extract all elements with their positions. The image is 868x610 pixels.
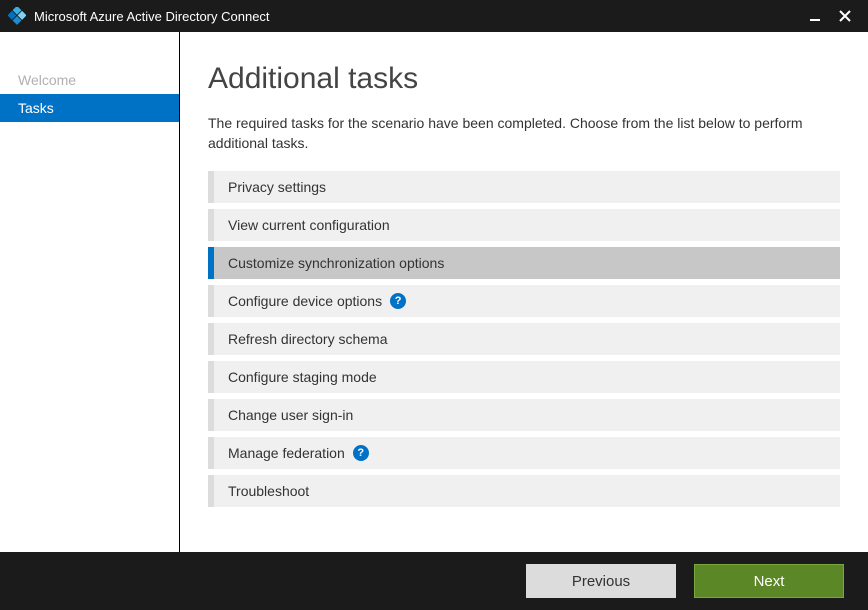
task-label: View current configuration (228, 217, 390, 233)
task-label: Refresh directory schema (228, 331, 388, 347)
task-label: Customize synchronization options (228, 255, 444, 271)
button-label: Previous (572, 573, 630, 590)
page-heading: Additional tasks (208, 62, 840, 96)
task-privacy-settings[interactable]: Privacy settings (208, 171, 840, 203)
task-label: Manage federation (228, 445, 345, 461)
task-indicator (208, 171, 214, 203)
minimize-button[interactable] (800, 0, 830, 32)
azure-logo-icon (8, 7, 26, 25)
sidebar-item-welcome[interactable]: Welcome (0, 66, 179, 94)
task-label: Troubleshoot (228, 483, 309, 499)
task-indicator (208, 323, 214, 355)
task-indicator (208, 475, 214, 507)
task-label: Configure staging mode (228, 369, 377, 385)
sidebar-item-label: Tasks (18, 100, 54, 116)
task-label: Change user sign-in (228, 407, 353, 423)
window-title: Microsoft Azure Active Directory Connect (34, 9, 270, 24)
help-icon[interactable]: ? (390, 293, 406, 309)
task-indicator (208, 361, 214, 393)
button-label: Next (754, 573, 785, 590)
task-indicator (208, 285, 214, 317)
close-button[interactable] (830, 0, 860, 32)
task-change-user-sign-in[interactable]: Change user sign-in (208, 399, 840, 431)
task-indicator (208, 247, 214, 279)
task-indicator (208, 437, 214, 469)
task-configure-staging-mode[interactable]: Configure staging mode (208, 361, 840, 393)
sidebar-item-label: Welcome (18, 72, 76, 88)
footer: Previous Next (0, 552, 868, 610)
task-configure-device-options[interactable]: Configure device options ? (208, 285, 840, 317)
page-description: The required tasks for the scenario have… (208, 114, 840, 153)
task-troubleshoot[interactable]: Troubleshoot (208, 475, 840, 507)
task-list: Privacy settings View current configurat… (208, 171, 840, 507)
task-refresh-directory-schema[interactable]: Refresh directory schema (208, 323, 840, 355)
task-indicator (208, 399, 214, 431)
previous-button[interactable]: Previous (526, 564, 676, 598)
task-customize-synchronization-options[interactable]: Customize synchronization options (208, 247, 840, 279)
task-manage-federation[interactable]: Manage federation ? (208, 437, 840, 469)
sidebar: Welcome Tasks (0, 32, 180, 552)
help-icon[interactable]: ? (353, 445, 369, 461)
main-content: Additional tasks The required tasks for … (180, 32, 868, 552)
next-button[interactable]: Next (694, 564, 844, 598)
task-label: Privacy settings (228, 179, 326, 195)
titlebar: Microsoft Azure Active Directory Connect (0, 0, 868, 32)
task-label: Configure device options (228, 293, 382, 309)
sidebar-item-tasks[interactable]: Tasks (0, 94, 179, 122)
task-indicator (208, 209, 214, 241)
task-view-current-configuration[interactable]: View current configuration (208, 209, 840, 241)
